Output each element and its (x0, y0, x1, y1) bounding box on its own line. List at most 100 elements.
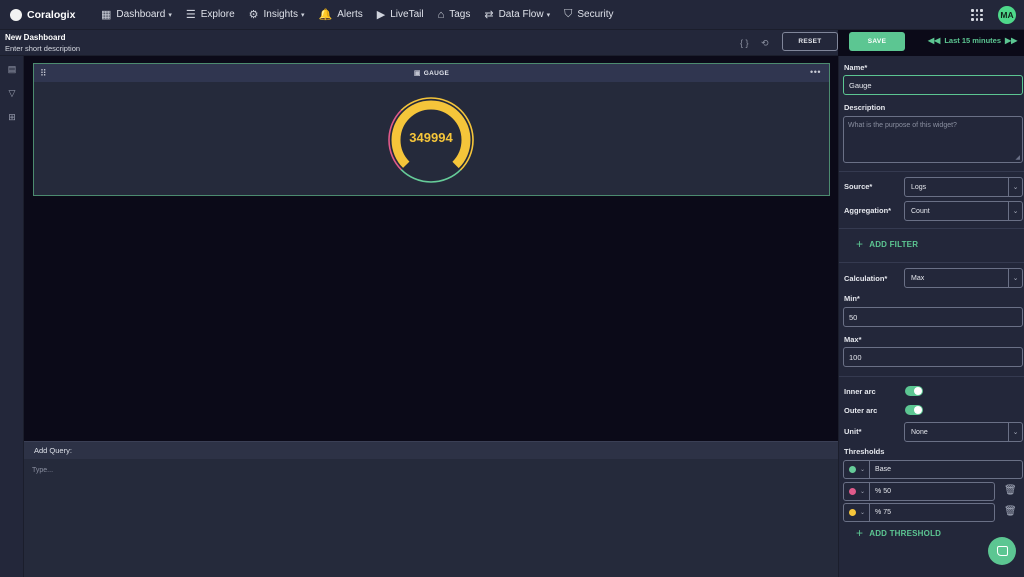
divider (839, 228, 1024, 229)
aggregation-label: Aggregation* (844, 206, 892, 215)
chevron-down-icon[interactable]: ⌄ (1008, 269, 1022, 287)
refresh-icon[interactable]: ⟲ (761, 38, 769, 49)
name-label: Name* (844, 63, 868, 72)
thresholds-label: Thresholds (844, 447, 885, 456)
aggregation-select[interactable]: Count ⌄ (904, 201, 1023, 221)
dashboard-icon: ▦ (101, 9, 112, 21)
query-editor: Add Query: Type... (24, 441, 838, 577)
unit-label: Unit* (844, 427, 862, 436)
widget-settings-panel: Name* Gauge Description What is the purp… (838, 56, 1024, 577)
time-range-picker[interactable]: ◀◀ Last 15 minutes ▶▶ (924, 36, 1021, 45)
chevron-down-icon[interactable]: ⌄ (860, 504, 871, 521)
chevron-down-icon[interactable]: ⌄ (1008, 202, 1022, 220)
play-icon: ▶ (376, 9, 386, 21)
insights-icon: ⚙ (248, 9, 259, 21)
gauge-value: 349994 (409, 130, 453, 145)
nav-menu: ▦ Dashboard ▾ ☰ Explore ⚙ Insights ▾ 🔔 Alerts ▶ Liv… (101, 0, 627, 30)
time-back-icon[interactable]: ◀◀ (928, 36, 940, 45)
code-view-icon[interactable]: { } (740, 38, 749, 48)
nav-item-insights[interactable]: ⚙ Insights ▾ (249, 0, 305, 30)
nav-item-explore[interactable]: ☰ Explore (186, 0, 235, 30)
query-input[interactable]: Type... (24, 459, 838, 482)
resize-handle-icon[interactable]: ◢ (1015, 154, 1020, 161)
chat-support-button[interactable] (988, 537, 1016, 565)
source-label: Source* (844, 182, 873, 191)
min-label: Min* (844, 294, 860, 303)
dashboard-description[interactable]: Enter short description (5, 44, 80, 53)
threshold-row[interactable]: ⌄ % 50 (843, 482, 995, 501)
reset-button[interactable]: RESET (782, 32, 838, 51)
nav-item-alerts[interactable]: 🔔 Alerts (318, 0, 362, 30)
description-label: Description (844, 103, 886, 112)
logo-icon (10, 8, 22, 21)
chevron-down-icon[interactable]: ⌄ (1008, 178, 1022, 196)
color-swatch (849, 509, 856, 516)
dashboard-title[interactable]: New Dashboard (5, 33, 65, 42)
logo[interactable]: Coralogix (10, 8, 92, 21)
more-options-icon[interactable]: ••• (810, 67, 821, 77)
name-field[interactable]: Gauge (843, 75, 1023, 95)
nav-item-label: Explore (200, 9, 235, 20)
threshold-row[interactable]: ⌄ Base (843, 460, 1023, 479)
time-forward-icon[interactable]: ▶▶ (1005, 36, 1017, 45)
caret-down-icon: ▾ (300, 11, 305, 19)
chat-icon (996, 546, 1008, 556)
chevron-down-icon[interactable]: ⌄ (860, 461, 871, 478)
dashboard-header: New Dashboard Enter short description { … (0, 30, 838, 56)
layout-icon[interactable]: ▤ (6, 63, 18, 75)
outer-arc-label: Outer arc (844, 406, 878, 415)
inner-arc-toggle[interactable] (905, 386, 923, 396)
nav-item-data-flow[interactable]: ⇄ Data Flow ▾ (484, 0, 550, 30)
color-swatch (849, 488, 856, 495)
max-field[interactable]: 100 (843, 347, 1023, 367)
max-label: Max* (844, 335, 862, 344)
time-range-label[interactable]: Last 15 minutes (944, 36, 1001, 45)
left-toolbar: ▤ ▽ ⊞ (0, 56, 24, 577)
gauge-widget[interactable]: ⠿ ▣ GAUGE ••• 349994 (33, 63, 830, 196)
unit-select[interactable]: None ⌄ (904, 422, 1023, 442)
threshold-value[interactable]: Base (875, 466, 891, 473)
nav-item-tags[interactable]: ⌂ Tags (438, 0, 471, 30)
trash-icon[interactable]: 🗑 (1004, 485, 1017, 497)
explore-icon: ☰ (185, 9, 196, 21)
add-widget-icon[interactable]: ⊞ (6, 111, 18, 123)
divider (839, 171, 1024, 172)
calculation-select[interactable]: Max ⌄ (904, 268, 1023, 288)
chevron-down-icon[interactable]: ⌄ (1008, 423, 1022, 441)
save-button[interactable]: SAVE (849, 32, 905, 51)
min-field[interactable]: 50 (843, 307, 1023, 327)
top-navigation: Coralogix ▦ Dashboard ▾ ☰ Explore ⚙ Insights ▾ 🔔… (0, 0, 1024, 30)
description-field[interactable]: What is the purpose of this widget? ◢ (843, 116, 1023, 163)
add-threshold-button[interactable]: + ADD THRESHOLD (856, 526, 941, 540)
color-swatch (849, 466, 856, 473)
nav-item-label: Data Flow (498, 9, 544, 20)
filter-icon[interactable]: ▽ (6, 87, 18, 99)
threshold-color-picker[interactable]: ⌄ (844, 461, 871, 478)
nav-item-label: Insights (263, 9, 298, 20)
widget-header: ⠿ ▣ GAUGE ••• (34, 64, 829, 82)
threshold-value[interactable]: % 75 (875, 509, 891, 516)
nav-item-label: Security (577, 9, 614, 20)
nav-item-label: LiveTail (390, 9, 424, 20)
trash-icon[interactable]: 🗑 (1004, 506, 1017, 518)
chevron-down-icon[interactable]: ⌄ (860, 483, 871, 500)
shield-icon: ⛉ (564, 8, 573, 20)
nav-item-livetail[interactable]: ▶ LiveTail (377, 0, 424, 30)
outer-arc-toggle[interactable] (905, 405, 923, 415)
threshold-row[interactable]: ⌄ % 75 (843, 503, 995, 522)
threshold-color-picker[interactable]: ⌄ (844, 504, 871, 521)
avatar[interactable]: MA (998, 6, 1016, 24)
threshold-value[interactable]: % 50 (875, 488, 891, 495)
apps-grid-icon[interactable] (971, 9, 983, 21)
bell-icon: 🔔 (318, 9, 333, 21)
nav-item-label: Tags (449, 9, 471, 20)
source-select[interactable]: Logs ⌄ (904, 177, 1023, 197)
data-flow-icon: ⇄ (484, 9, 494, 21)
query-header: Add Query: (24, 442, 838, 459)
nav-item-security[interactable]: ⛉ Security (564, 0, 613, 30)
nav-item-dashboard[interactable]: ▦ Dashboard ▾ (101, 0, 172, 30)
add-filter-button[interactable]: + ADD FILTER (856, 237, 918, 251)
divider (839, 376, 1024, 377)
plus-icon: + (856, 237, 864, 251)
threshold-color-picker[interactable]: ⌄ (844, 483, 871, 500)
